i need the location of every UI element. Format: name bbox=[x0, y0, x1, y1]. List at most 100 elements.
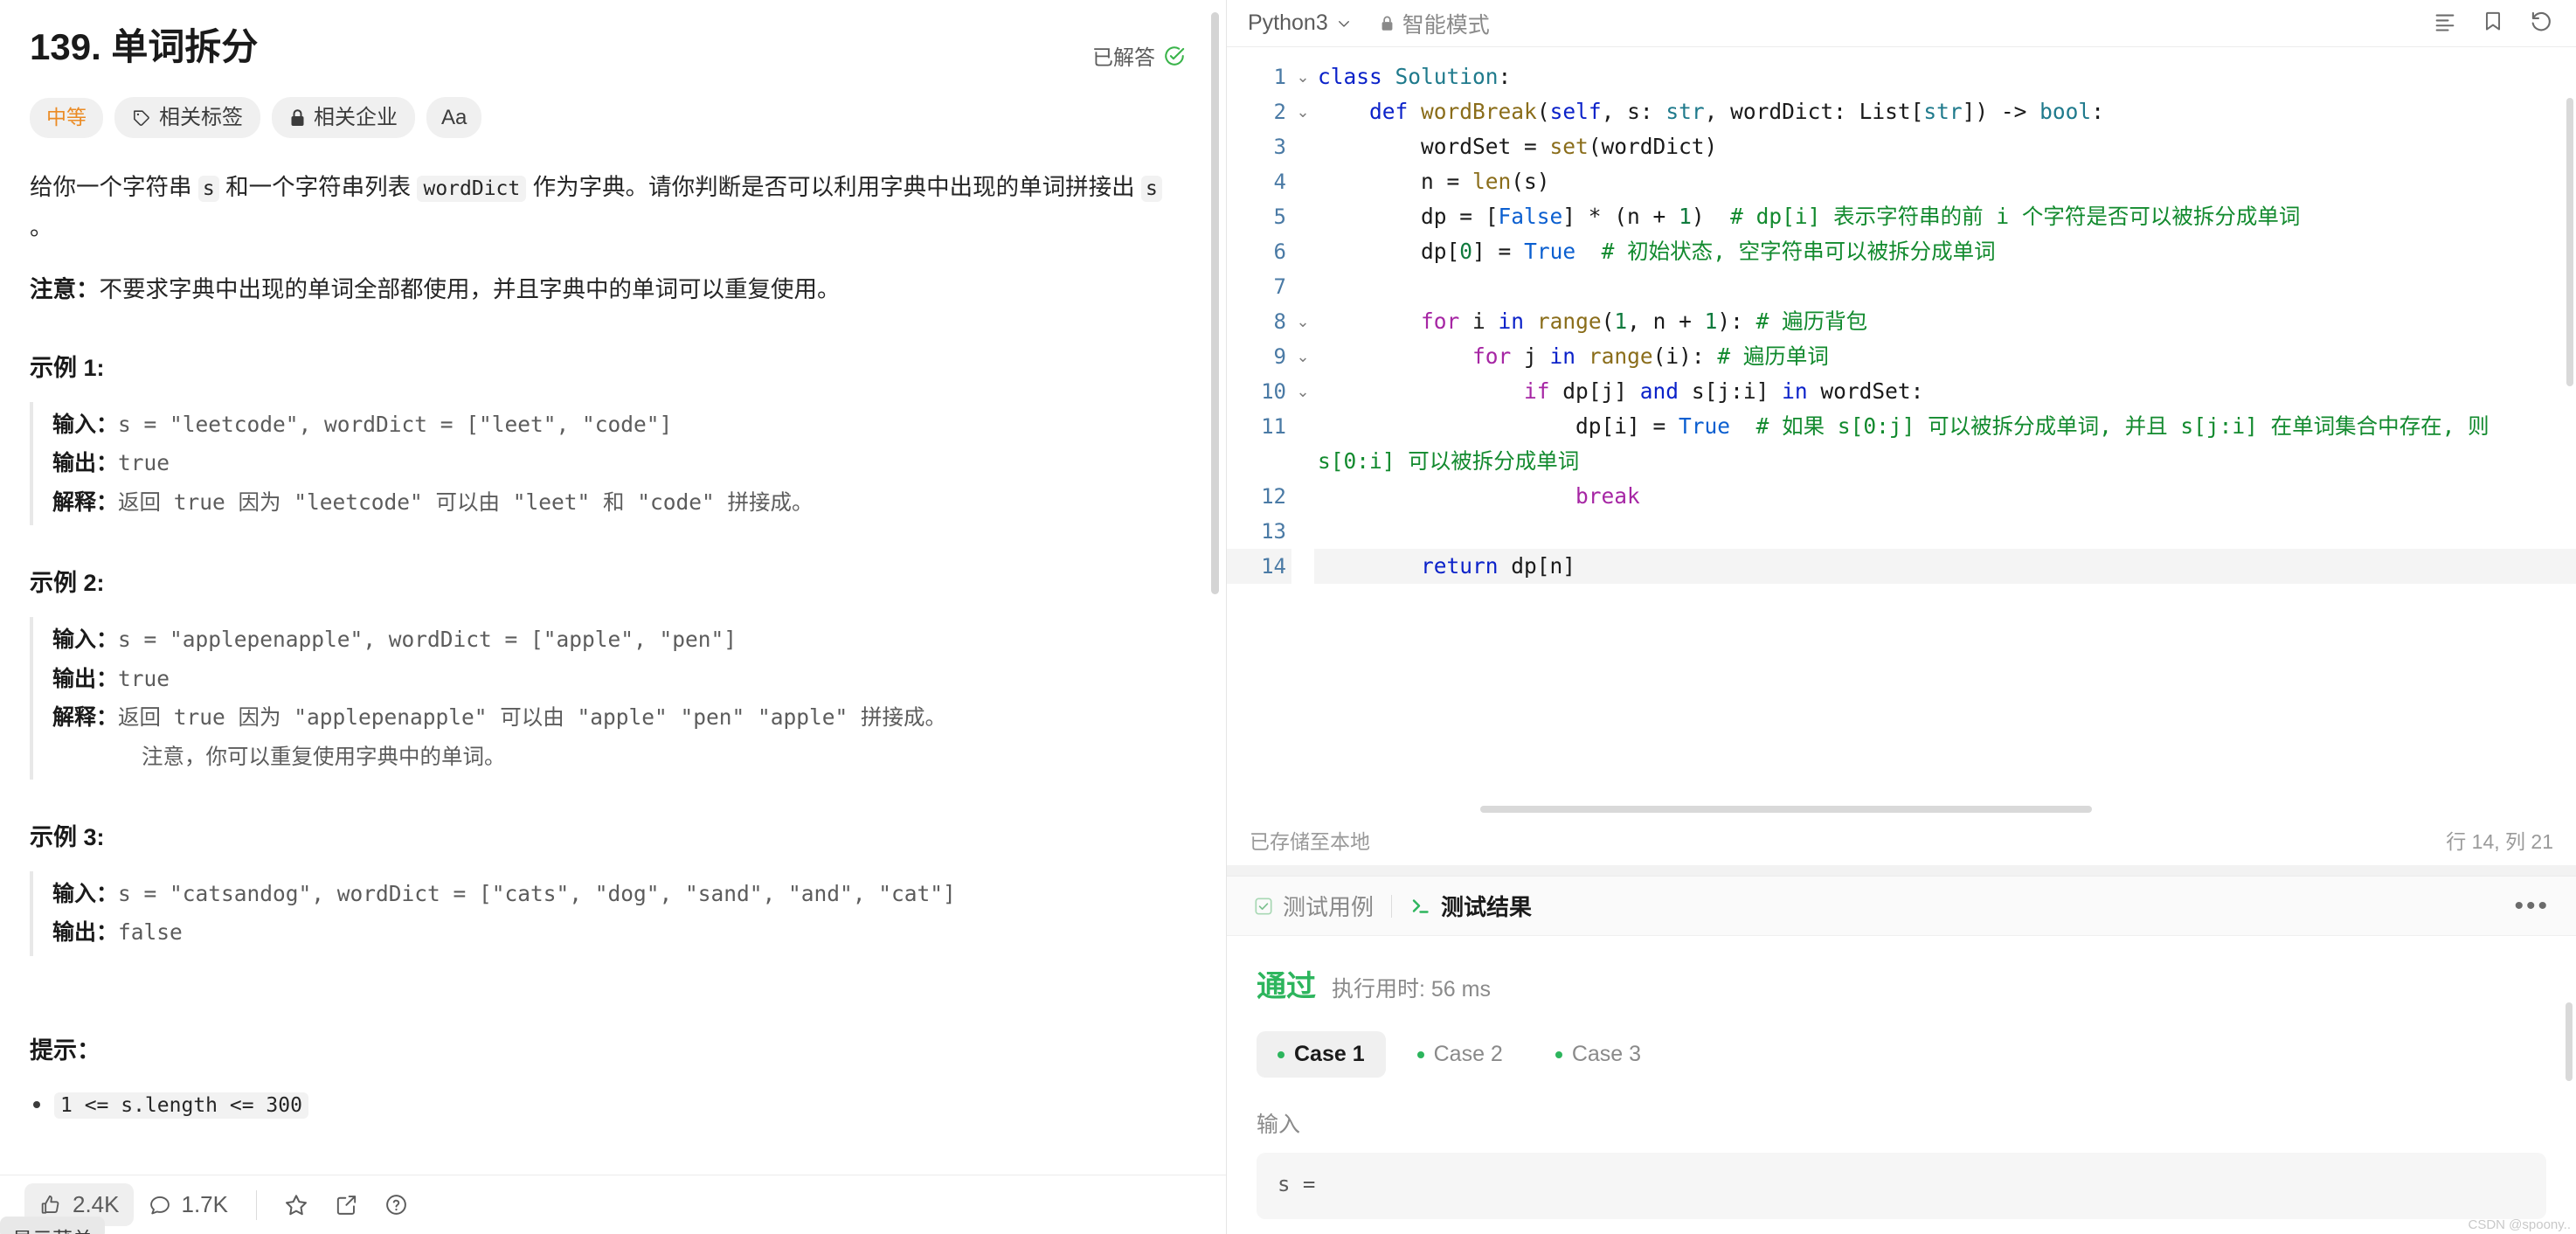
fold-toggle[interactable]: ⌄ bbox=[1291, 304, 1314, 339]
output-label: 输出： bbox=[52, 666, 119, 691]
problem-scrollbar[interactable] bbox=[1211, 12, 1219, 594]
code-s: s bbox=[197, 176, 219, 203]
fold-toggle[interactable]: ⌄ bbox=[1291, 374, 1314, 409]
hints-heading: 提示： bbox=[30, 1036, 100, 1064]
code-line-14: 14 return dp[n] bbox=[1227, 549, 2576, 584]
favorite-button[interactable] bbox=[271, 1184, 322, 1226]
input-value-box: s = bbox=[1257, 1153, 2546, 1219]
difficulty-tag[interactable]: 中等 bbox=[30, 97, 103, 138]
tab-test-result[interactable]: 测试结果 bbox=[1409, 890, 1532, 922]
example-2-block: 输入：s = "applepenapple", wordDict = ["app… bbox=[30, 617, 1191, 780]
input-label: 输入： bbox=[52, 627, 119, 653]
panel-resize-handle[interactable] bbox=[1227, 865, 2576, 876]
line-number: 1 bbox=[1273, 65, 1286, 89]
share-button[interactable] bbox=[322, 1184, 371, 1225]
more-options-button[interactable]: ••• bbox=[2514, 892, 2550, 919]
example-3-block: 输入：s = "catsandog", wordDict = ["cats", … bbox=[30, 870, 1191, 956]
example-1-explain: 解释：返回 true 因为 "leetcode" 可以由 "leet" 和 "c… bbox=[52, 483, 1191, 523]
verdict-label: 通过 bbox=[1257, 970, 1316, 1003]
case-tab-1-label: Case 1 bbox=[1294, 1042, 1365, 1066]
line-number: 5 bbox=[1273, 205, 1286, 229]
fold-toggle[interactable]: ⌄ bbox=[1291, 94, 1314, 129]
tag-row: 中等 相关标签 相关企业 Aa bbox=[30, 97, 1191, 139]
line-number: 2 bbox=[1273, 100, 1286, 124]
code-line-11: 11 dp[i] = True # 如果 s[0:j] 可以被拆分成单词, 并且… bbox=[1227, 409, 2576, 479]
comment-button[interactable]: 1.7K bbox=[134, 1183, 243, 1226]
menu-tooltip: 显示菜单 bbox=[0, 1217, 105, 1234]
editor-header-actions bbox=[2433, 9, 2553, 38]
explain-value: 返回 true 因为 "applepenapple" 可以由 "apple" "… bbox=[118, 704, 947, 731]
code-content bbox=[1314, 514, 2576, 549]
code-content: break bbox=[1575, 483, 1640, 509]
related-companies-button[interactable]: 相关企业 bbox=[272, 97, 415, 139]
line-number: 13 bbox=[1261, 519, 1286, 544]
editor-vertical-scrollbar[interactable] bbox=[2566, 98, 2573, 386]
case-tab-3[interactable]: Case 3 bbox=[1534, 1031, 1662, 1078]
example-1-heading: 示例 1: bbox=[30, 354, 105, 381]
code-content: dp[0] = True # 初始状态, 空字符串可以被拆分成单词 bbox=[1318, 239, 1996, 264]
fold-toggle[interactable]: ⌄ bbox=[1291, 59, 1314, 94]
solved-label: 已解答 bbox=[1092, 46, 1155, 70]
code-content: return dp[n] bbox=[1314, 549, 2576, 584]
fold-toggle bbox=[1291, 514, 1314, 549]
fold-toggle bbox=[1291, 269, 1314, 304]
smart-mode-toggle[interactable]: 智能模式 bbox=[1380, 8, 1490, 39]
leetcode-app: 139. 单词拆分 已解答 中等 相关标签 相关企业 Aa 给你一个字符串 s … bbox=[0, 0, 2576, 1234]
output-label: 输出： bbox=[52, 451, 119, 476]
bookmark-button[interactable] bbox=[2482, 9, 2504, 38]
undo-reset-icon bbox=[2531, 11, 2551, 31]
example-3-input: 输入：s = "catsandog", wordDict = ["cats", … bbox=[52, 875, 1191, 914]
editor-header: Python3 智能模式 bbox=[1227, 0, 2576, 47]
tab-testcase-label: 测试用例 bbox=[1283, 894, 1375, 920]
fold-toggle bbox=[1291, 129, 1314, 164]
editor-horizontal-scrollbar[interactable] bbox=[1480, 806, 2092, 813]
font-size-toggle[interactable]: Aa bbox=[426, 97, 482, 139]
code-line-3: 3 wordSet = set(wordDict) bbox=[1227, 129, 2576, 164]
test-panel-scrollbar[interactable] bbox=[2566, 1002, 2573, 1081]
output-value: true bbox=[118, 450, 170, 476]
problem-scroll-area: 139. 单词拆分 已解答 中等 相关标签 相关企业 Aa 给你一个字符串 s … bbox=[0, 0, 1226, 1175]
terminal-prompt-icon bbox=[1412, 898, 1429, 913]
test-results-panel: 测试用例 测试结果 ••• 通过 执行用时: 56 ms Case 1 Case… bbox=[1227, 876, 2576, 1234]
language-selector[interactable]: Python3 bbox=[1248, 10, 1352, 36]
list-item: 1 <= s.length <= 300 bbox=[30, 1086, 1191, 1124]
like-count: 2.4K bbox=[73, 1191, 120, 1217]
explain-label: 解释： bbox=[52, 705, 119, 731]
code-s-2: s bbox=[1140, 176, 1162, 203]
related-tags-button[interactable]: 相关标签 bbox=[114, 97, 260, 139]
tab-testcase[interactable]: 测试用例 bbox=[1253, 890, 1374, 922]
case-tab-1[interactable]: Case 1 bbox=[1257, 1031, 1386, 1078]
line-number: 12 bbox=[1261, 484, 1286, 509]
format-code-button[interactable] bbox=[2433, 9, 2457, 38]
question-circle-icon bbox=[386, 1195, 406, 1215]
code-line-9: 9 ⌄ for j in range(i): # 遍历单词 bbox=[1227, 339, 2576, 374]
tab-divider bbox=[1391, 894, 1393, 918]
case-status-dot-icon bbox=[1555, 1050, 1562, 1058]
comment-count: 1.7K bbox=[181, 1191, 229, 1217]
case-tab-3-label: Case 3 bbox=[1571, 1042, 1642, 1066]
output-value: true bbox=[118, 665, 170, 691]
fold-toggle[interactable]: ⌄ bbox=[1291, 339, 1314, 374]
example-1-block: 输入：s = "leetcode", wordDict = ["leet", "… bbox=[30, 401, 1191, 526]
case-tab-2[interactable]: Case 2 bbox=[1396, 1031, 1524, 1078]
list-lines-icon bbox=[2435, 14, 2455, 31]
code-line-8: 8 ⌄ for i in range(1, n + 1): # 遍历背包 bbox=[1227, 304, 2576, 339]
line-number: 3 bbox=[1273, 135, 1286, 159]
fold-toggle bbox=[1291, 234, 1314, 269]
external-link-icon bbox=[336, 1196, 357, 1215]
reset-code-button[interactable] bbox=[2529, 9, 2553, 38]
input-section-label: 输入 bbox=[1257, 1113, 1301, 1137]
fold-toggle bbox=[1291, 164, 1314, 199]
bookmark-icon bbox=[2485, 11, 2501, 31]
code-line-6: 6 dp[0] = True # 初始状态, 空字符串可以被拆分成单词 bbox=[1227, 234, 2576, 269]
cursor-position: 行 14, 列 21 bbox=[2446, 830, 2553, 853]
watermark-text: CSDN @spoony.. bbox=[2468, 1217, 2572, 1232]
case-tab-2-label: Case 2 bbox=[1433, 1042, 1503, 1066]
example-1-input: 输入：s = "leetcode", wordDict = ["leet", "… bbox=[52, 406, 1191, 445]
hints-list: 1 <= s.length <= 300 bbox=[30, 1086, 1191, 1124]
help-button[interactable] bbox=[371, 1184, 421, 1225]
code-editor-area[interactable]: 1 ⌄ class Solution: 2 ⌄ def wordBreak(se… bbox=[1227, 47, 2576, 815]
code-line-13: 13 bbox=[1227, 514, 2576, 549]
output-label: 输出： bbox=[52, 920, 119, 946]
lock-icon bbox=[1381, 16, 1393, 31]
